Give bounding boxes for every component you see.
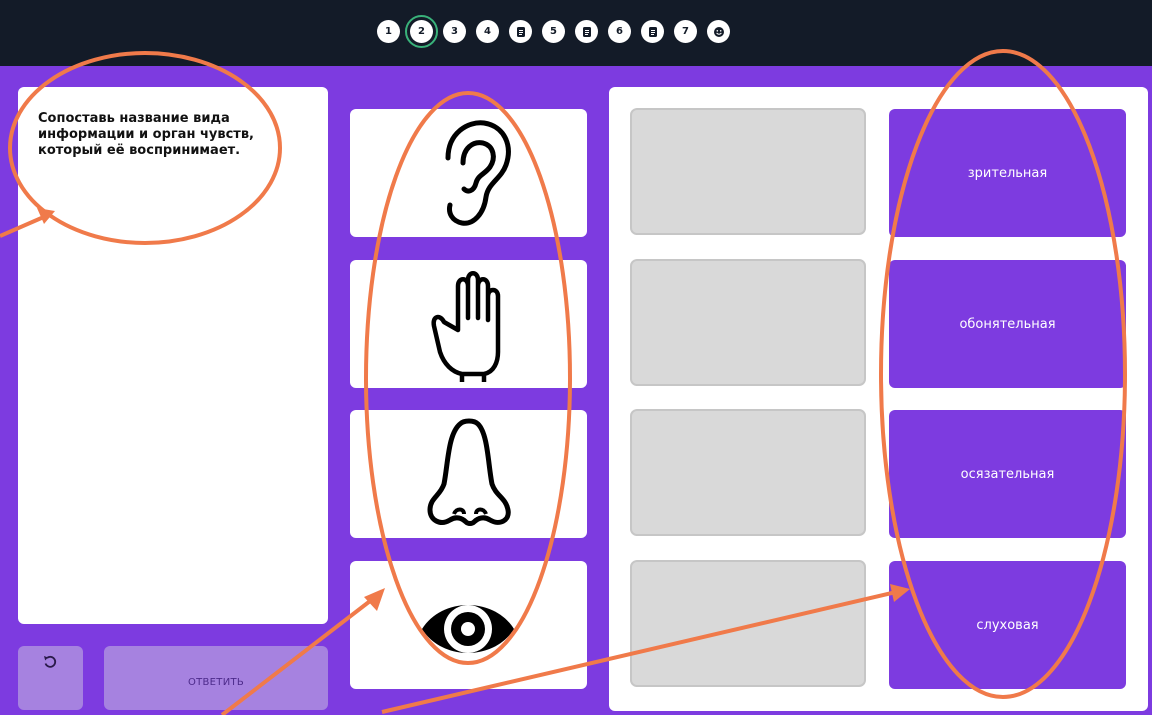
nav-item-document-1[interactable] xyxy=(509,20,532,43)
nav-item-document-2[interactable] xyxy=(575,20,598,43)
nav-item-5[interactable]: 5 xyxy=(542,20,565,43)
nav-item-document-3[interactable] xyxy=(641,20,664,43)
nose-icon xyxy=(427,418,511,526)
document-icon xyxy=(516,26,525,37)
nav-item-2-current[interactable]: 2 xyxy=(405,15,438,48)
top-bar: 1 2 3 4 5 6 7 xyxy=(0,0,1152,66)
image-card-nose xyxy=(350,410,587,538)
nav-item-4[interactable]: 4 xyxy=(476,20,499,43)
image-card-eye xyxy=(350,561,587,689)
drop-slot-3[interactable] xyxy=(630,409,866,536)
document-icon xyxy=(582,26,591,37)
question-text: Сопоставь название вида информации и орг… xyxy=(38,111,254,158)
option-card[interactable]: слуховая xyxy=(889,561,1126,689)
option-card[interactable]: обонятельная xyxy=(889,260,1126,388)
nav-item-7[interactable]: 7 xyxy=(674,20,697,43)
option-card[interactable]: осязательная xyxy=(889,410,1126,538)
ear-icon xyxy=(445,120,511,226)
image-card-hand xyxy=(350,260,587,388)
matching-panel: зрительная обонятельная осязательная слу… xyxy=(609,87,1148,711)
option-card[interactable]: зрительная xyxy=(889,109,1126,237)
smiley-icon xyxy=(713,26,724,37)
eye-icon xyxy=(422,605,514,653)
hand-icon xyxy=(431,271,501,382)
question-panel: Сопоставь название вида информации и орг… xyxy=(18,87,328,624)
nav-item-3[interactable]: 3 xyxy=(443,20,466,43)
drop-slot-1[interactable] xyxy=(630,108,866,235)
drop-slot-2[interactable] xyxy=(630,259,866,386)
question-nav: 1 2 3 4 5 6 7 xyxy=(377,15,730,48)
answer-button[interactable]: ОТВЕТИТЬ xyxy=(104,646,328,710)
drop-slot-4[interactable] xyxy=(630,560,866,687)
nav-item-6[interactable]: 6 xyxy=(608,20,631,43)
image-card-ear xyxy=(350,109,587,237)
document-icon xyxy=(648,26,657,37)
undo-icon xyxy=(44,655,57,668)
reset-button[interactable] xyxy=(18,646,83,710)
nav-item-1[interactable]: 1 xyxy=(377,20,400,43)
nav-item-finish[interactable] xyxy=(707,20,730,43)
